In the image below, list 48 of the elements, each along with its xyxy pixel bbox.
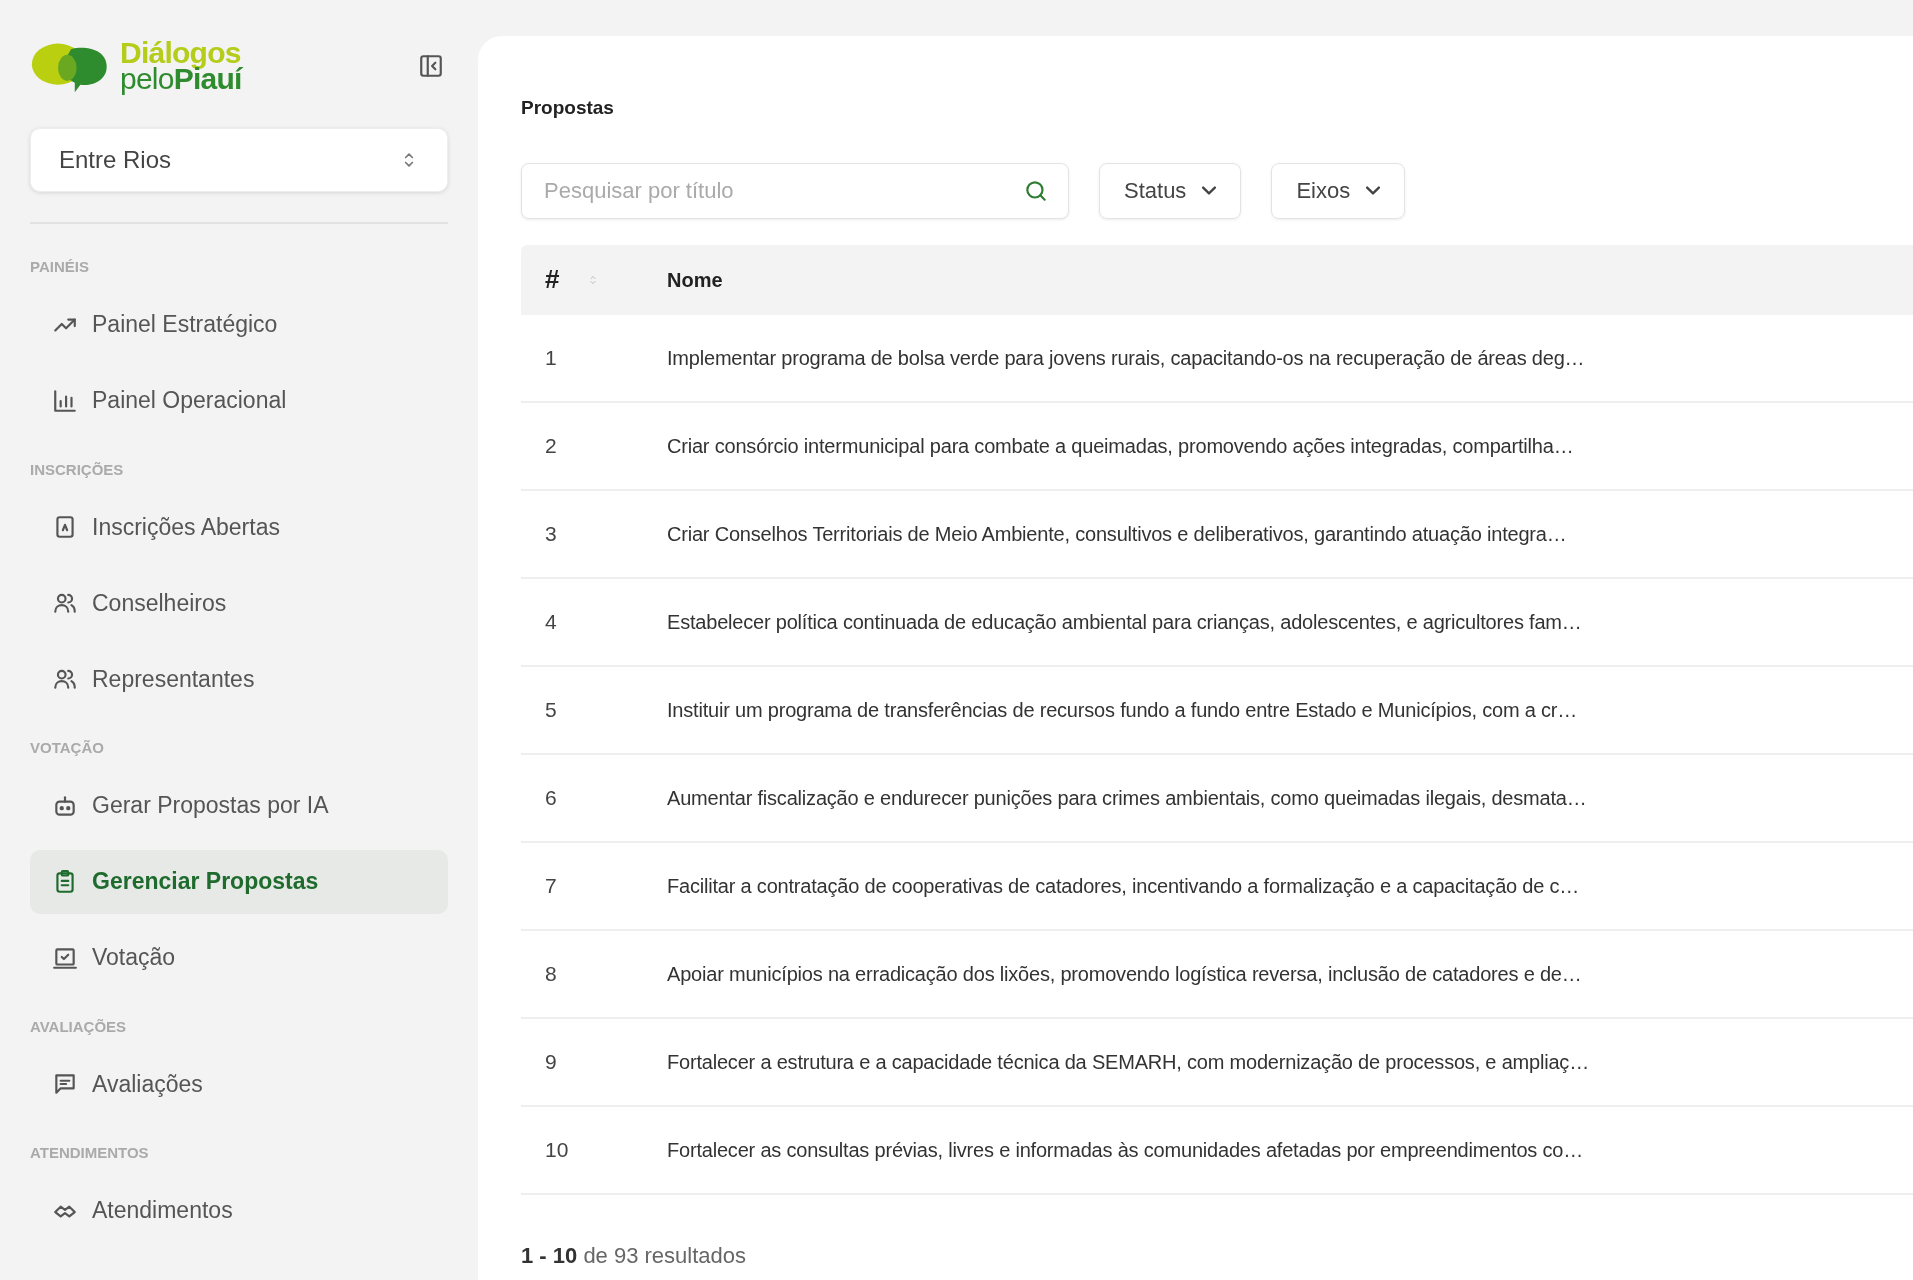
filter-dropdown[interactable]: Status bbox=[1099, 162, 1242, 219]
table-cell-text: Apoiar municípios na erradicação dos lixões, promovendo logística reversa, inclusão de catadores e de… bbox=[667, 961, 1582, 987]
table-cell-text: 3 bbox=[545, 520, 558, 547]
section-label: ATENDIMENTOS bbox=[30, 1143, 149, 1163]
search-field[interactable]: Pesquisar por título bbox=[521, 162, 1069, 219]
table-cell-text: 6 bbox=[545, 784, 558, 811]
table-cell-text: Aumentar fiscalização e endurecer punições para crimes ambientais, como queimadas ilegais, desmata… bbox=[667, 785, 1587, 811]
location-select[interactable]: Entre Rios bbox=[30, 128, 448, 192]
table-cell-text: Criar consórcio intermunicipal para combate a queimadas, promovendo ações integradas, compartilha… bbox=[667, 433, 1574, 459]
sidebar-item[interactable]: Gerenciar Propostas bbox=[30, 849, 448, 914]
table-cell-text: Estabelecer política continuada de educação ambiental para crianças, adolescentes, e agricultores fam… bbox=[667, 609, 1582, 635]
sidebar-toggle-icon bbox=[418, 53, 444, 79]
table-cell-text: 1 bbox=[545, 344, 558, 371]
page-title: Propostas bbox=[521, 96, 614, 120]
bar-chart-icon bbox=[52, 387, 78, 414]
table-cell-text: Implementar programa de bolsa verde para jovens rurais, capacitando-os na recuperação de áreas deg… bbox=[667, 345, 1585, 371]
message-icon bbox=[52, 1071, 78, 1097]
section-label: AVALIAÇÕES bbox=[30, 1016, 127, 1037]
table-cell-text: 7 bbox=[545, 872, 558, 899]
table-cell-text: 2 bbox=[545, 432, 558, 459]
sidebar-item[interactable]: Inscrições Abertas bbox=[30, 495, 448, 559]
sidebar-item[interactable]: Painel Estratégico bbox=[30, 292, 448, 357]
column-header: # bbox=[545, 263, 560, 296]
chevron-down-icon bbox=[1366, 186, 1381, 195]
table-cell-text: 5 bbox=[545, 696, 558, 723]
section-label: PAINÉIS bbox=[30, 257, 89, 277]
table-cell-text: 9 bbox=[545, 1048, 558, 1075]
sidebar-item[interactable]: Gerar Propostas por IA bbox=[30, 773, 448, 838]
sidebar-item[interactable]: Representantes bbox=[30, 647, 448, 711]
sidebar-item[interactable]: Conselheiros bbox=[30, 571, 448, 635]
section-label: INSCRIÇÕES bbox=[30, 459, 124, 480]
table-cell-text: Criar Conselhos Territoriais de Meio Ambiente, consultivos e deliberativos, garantindo atuação integra… bbox=[667, 521, 1567, 547]
table-cell-text: 10 bbox=[545, 1136, 570, 1163]
table-cell-text: 4 bbox=[545, 608, 558, 635]
filter-dropdown[interactable]: Eixos bbox=[1271, 162, 1406, 219]
column-header: Nome bbox=[667, 267, 723, 293]
sidebar-item[interactable]: Avaliações bbox=[30, 1052, 448, 1116]
sidebar-item[interactable]: Atendimentos bbox=[30, 1178, 448, 1243]
table-cell-text: 8 bbox=[545, 960, 558, 987]
pagination-summary: 1 - 10 de 93 resultados bbox=[521, 1241, 747, 1270]
chevron-down-icon bbox=[1202, 186, 1217, 195]
sidebar-item[interactable]: Painel Operacional bbox=[30, 368, 448, 433]
table-cell-text: Fortalecer as consultas prévias, livres e informadas às comunidades afetadas por empreendimentos co… bbox=[667, 1137, 1584, 1163]
section-label: VOTAÇÃO bbox=[30, 738, 104, 758]
table-cell-text: Fortalecer a estrutura e a capacidade técnica da SEMARH, com modernização de processos, e ampliaç… bbox=[667, 1049, 1589, 1075]
table-cell-text: Instituir um programa de transferências de recursos fundo a fundo entre Estado e Municípios, com a cr… bbox=[667, 697, 1578, 723]
sidebar-item[interactable]: Votação bbox=[30, 925, 448, 990]
table-cell-text: Facilitar a contratação de cooperativas de catadores, incentivando a formalização e a capacitação de c… bbox=[667, 873, 1580, 899]
